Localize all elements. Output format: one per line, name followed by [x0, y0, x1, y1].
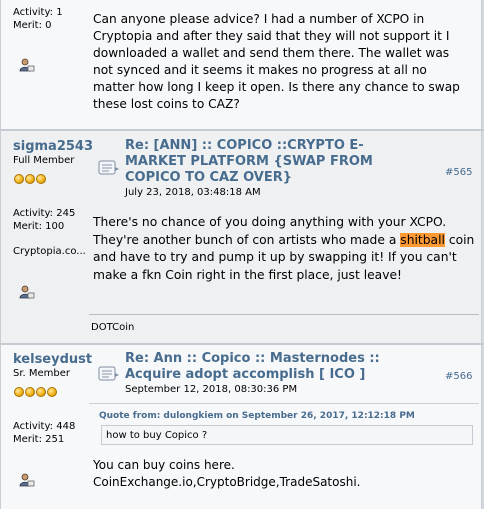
star-icon [36, 387, 46, 397]
post-body: Can anyone please advice? I had a number… [93, 12, 460, 111]
forum-post: Activity: 1 Merit: 0 Can anyone please a… [0, 0, 482, 129]
forum-thread: Activity: 1 Merit: 0 Can anyone please a… [0, 0, 484, 509]
star-icon [14, 387, 24, 397]
star-icon [14, 174, 24, 184]
post-icon [98, 366, 119, 381]
quote-header-link[interactable]: Quote from: dulongkiem on September 26, … [99, 411, 415, 421]
forum-post: sigma2543 Full Member Activity: 245 Meri… [0, 131, 482, 343]
activity-stat: Activity: 1 [13, 7, 63, 18]
star-icon [25, 174, 35, 184]
post-body-line: You can buy coins here. [93, 458, 235, 472]
star-icon [25, 387, 35, 397]
username-link[interactable]: kelseydust [13, 352, 93, 367]
member-rank: Full Member [13, 155, 75, 166]
profile-icon[interactable] [19, 57, 35, 73]
forum-post: kelseydust Sr. Member Activity: 448 Meri… [0, 345, 482, 509]
quote-box: how to buy Copico ? [101, 425, 473, 445]
member-rank: Sr. Member [13, 368, 71, 379]
post-number-link[interactable]: #565 [445, 167, 472, 178]
activity-stat: Activity: 448 [13, 421, 76, 432]
post-date: July 23, 2018, 03:48:18 AM [125, 187, 261, 198]
signature: DOTCoin [91, 322, 135, 333]
post-subject-link[interactable]: Re: [ANN] :: COPICO ::CRYPTO E-MARKET PL… [125, 138, 423, 186]
post-icon [98, 160, 119, 175]
header-divider [89, 403, 479, 404]
profile-icon[interactable] [19, 284, 35, 300]
website-link[interactable]: Cryptopia.co... [13, 246, 86, 257]
profile-icon[interactable] [19, 472, 35, 488]
post-body: There's no chance of you doing anything … [93, 214, 477, 284]
merit-stat: Merit: 251 [13, 434, 65, 445]
post-body-line: CoinExchange.io,CryptoBridge,TradeSatosh… [93, 475, 361, 489]
activity-stat: Activity: 245 [13, 208, 76, 219]
star-icon [36, 174, 46, 184]
post-subject-link[interactable]: Re: Ann :: Copico :: Masternodes :: Acqu… [125, 351, 423, 383]
rank-stars [14, 382, 58, 397]
merit-stat: Merit: 100 [13, 221, 65, 232]
signature-divider [89, 314, 479, 315]
rank-stars [14, 169, 47, 184]
post-body-text: There's no chance of you doing anything … [93, 215, 447, 247]
star-icon [47, 387, 57, 397]
username-link[interactable]: sigma2543 [13, 139, 93, 154]
post-date: September 12, 2018, 08:30:36 PM [125, 384, 298, 395]
search-highlight: shitball [400, 232, 445, 247]
merit-stat: Merit: 0 [13, 20, 52, 31]
post-number-link[interactable]: #566 [445, 371, 472, 382]
